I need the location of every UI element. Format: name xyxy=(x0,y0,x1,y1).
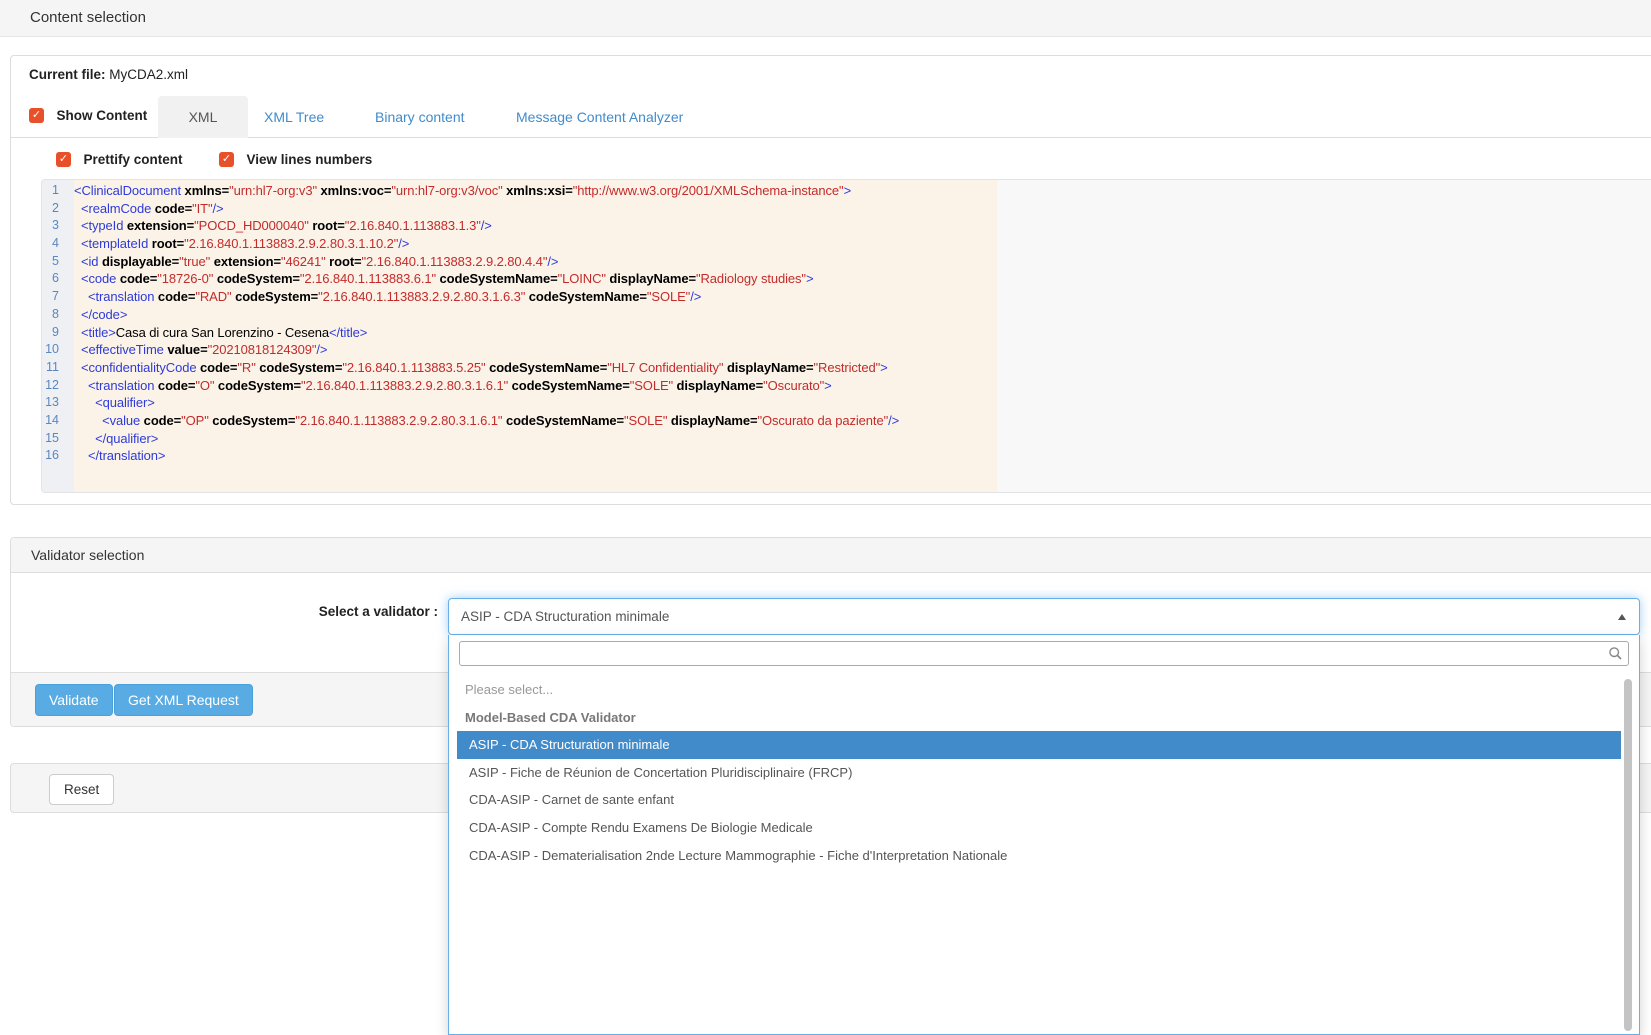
code-text: <value code="OP" codeSystem="2.16.840.1.… xyxy=(74,412,899,430)
code-line: 13 <qualifier> xyxy=(42,394,1651,412)
code-options-row: Prettify content View lines numbers xyxy=(11,149,1651,173)
validator-selected-value: ASIP - CDA Structuration minimale xyxy=(461,609,669,624)
dropdown-group-label: Model-Based CDA Validator xyxy=(457,704,1621,732)
dropdown-search xyxy=(459,641,1629,666)
code-line: 9 <title>Casa di cura San Lorenzino - Ce… xyxy=(42,324,1651,342)
line-number: 9 xyxy=(42,324,74,342)
validator-select-widget: ASIP - CDA Structuration minimale Please… xyxy=(448,598,1640,635)
select-validator-label: Select a validator : xyxy=(161,604,438,619)
code-text: <realmCode code="IT"/> xyxy=(74,200,224,218)
code-line: 1<ClinicalDocument xmlns="urn:hl7-org:v3… xyxy=(42,182,1651,200)
code-text: <title>Casa di cura San Lorenzino - Cese… xyxy=(74,324,367,342)
line-number: 2 xyxy=(42,200,74,218)
code-line: 14 <value code="OP" codeSystem="2.16.840… xyxy=(42,412,1651,430)
code-text: <translation code="RAD" codeSystem="2.16… xyxy=(74,288,701,306)
line-number: 13 xyxy=(42,394,74,412)
code-line: 11 <confidentialityCode code="R" codeSys… xyxy=(42,359,1651,377)
dropdown-option[interactable]: CDA-ASIP - Carnet de sante enfant xyxy=(457,786,1621,814)
code-line: 8 </code> xyxy=(42,306,1651,324)
code-line: 7 <translation code="RAD" codeSystem="2.… xyxy=(42,288,1651,306)
code-text: <confidentialityCode code="R" codeSystem… xyxy=(74,359,888,377)
line-number: 3 xyxy=(42,217,74,235)
page-header: Content selection xyxy=(0,0,1651,37)
current-file-name: MyCDA2.xml xyxy=(109,67,188,82)
prettify-control: Prettify content xyxy=(56,151,182,169)
view-lines-label: View lines numbers xyxy=(246,152,372,167)
get-xml-request-button[interactable]: Get XML Request xyxy=(114,684,253,716)
view-lines-control: View lines numbers xyxy=(219,151,372,169)
tab-xml[interactable]: XML xyxy=(158,96,248,138)
code-line: 15 </qualifier> xyxy=(42,430,1651,448)
dropdown-option[interactable]: CDA-ASIP - Dematerialisation 2nde Lectur… xyxy=(457,842,1621,870)
code-text: <ClinicalDocument xmlns="urn:hl7-org:v3"… xyxy=(74,182,851,200)
validate-button[interactable]: Validate xyxy=(35,684,113,716)
code-line: 5 <id displayable="true" extension="4624… xyxy=(42,253,1651,271)
line-number: 12 xyxy=(42,377,74,395)
line-number: 11 xyxy=(42,359,74,377)
line-number: 14 xyxy=(42,412,74,430)
code-text: </code> xyxy=(74,306,127,324)
dropdown-placeholder: Please select... xyxy=(457,676,1621,704)
view-lines-checkbox[interactable] xyxy=(219,152,234,167)
code-line: 2 <realmCode code="IT"/> xyxy=(42,200,1651,218)
line-number: 7 xyxy=(42,288,74,306)
line-number: 16 xyxy=(42,447,74,465)
code-text: <id displayable="true" extension="46241"… xyxy=(74,253,558,271)
xml-code-viewer: 1<ClinicalDocument xmlns="urn:hl7-org:v3… xyxy=(41,179,1651,493)
code-line: 4 <templateId root="2.16.840.1.113883.2.… xyxy=(42,235,1651,253)
code-text: </qualifier> xyxy=(74,430,158,448)
prettify-checkbox[interactable] xyxy=(56,152,71,167)
show-content-checkbox[interactable] xyxy=(29,108,44,123)
line-number: 10 xyxy=(42,341,74,359)
code-text: <typeId extension="POCD_HD000040" root="… xyxy=(74,217,492,235)
code-line: 12 <translation code="O" codeSystem="2.1… xyxy=(42,377,1651,395)
line-number: 5 xyxy=(42,253,74,271)
code-line: 10 <effectiveTime value="20210818124309"… xyxy=(42,341,1651,359)
validator-select[interactable]: ASIP - CDA Structuration minimale xyxy=(448,598,1640,635)
dropdown-results: Please select...Model-Based CDA Validato… xyxy=(457,676,1621,1034)
tab-binary-content[interactable]: Binary content xyxy=(375,96,465,138)
dropdown-search-input[interactable] xyxy=(466,643,1602,664)
chevron-up-icon xyxy=(1618,614,1626,620)
code-text: <templateId root="2.16.840.1.113883.2.9.… xyxy=(74,235,409,253)
dropdown-option[interactable]: ASIP - CDA Structuration minimale xyxy=(457,731,1621,759)
code-lines: 1<ClinicalDocument xmlns="urn:hl7-org:v3… xyxy=(42,180,1651,492)
show-content-control: Show Content xyxy=(29,107,147,125)
dropdown-scrollbar-thumb[interactable] xyxy=(1624,679,1632,1031)
line-number: 1 xyxy=(42,182,74,200)
code-text: <code code="18726-0" codeSystem="2.16.84… xyxy=(74,270,813,288)
validator-panel-title: Validator selection xyxy=(11,538,1651,573)
code-line: 6 <code code="18726-0" codeSystem="2.16.… xyxy=(42,270,1651,288)
line-number: 15 xyxy=(42,430,74,448)
dropdown-option[interactable]: CDA-ASIP - Compte Rendu Examens De Biolo… xyxy=(457,814,1621,842)
code-text: </translation> xyxy=(74,447,165,465)
validator-dropdown: Please select...Model-Based CDA Validato… xyxy=(448,635,1640,1035)
current-file: Current file: MyCDA2.xml xyxy=(29,67,188,82)
tab-message-content-analyzer[interactable]: Message Content Analyzer xyxy=(516,96,683,138)
code-text: <effectiveTime value="20210818124309"/> xyxy=(74,341,327,359)
code-text: <qualifier> xyxy=(74,394,155,412)
line-number: 6 xyxy=(42,270,74,288)
search-icon xyxy=(1608,646,1623,661)
reset-button[interactable]: Reset xyxy=(49,774,114,805)
line-number: 4 xyxy=(42,235,74,253)
code-text: <translation code="O" codeSystem="2.16.8… xyxy=(74,377,832,395)
tab-xml-tree[interactable]: XML Tree xyxy=(264,96,324,138)
prettify-label: Prettify content xyxy=(83,152,182,167)
current-file-label: Current file: xyxy=(29,67,106,82)
line-number: 8 xyxy=(42,306,74,324)
content-selection-panel: Current file: MyCDA2.xml Show Content XM… xyxy=(10,55,1651,505)
tabs-strip: Show Content XML XML Tree Binary content… xyxy=(11,96,1651,138)
show-content-label: Show Content xyxy=(56,108,147,123)
code-line: 3 <typeId extension="POCD_HD000040" root… xyxy=(42,217,1651,235)
page-title: Content selection xyxy=(30,9,146,26)
dropdown-option[interactable]: ASIP - Fiche de Réunion de Concertation … xyxy=(457,759,1621,787)
code-line: 16 </translation> xyxy=(42,447,1651,465)
